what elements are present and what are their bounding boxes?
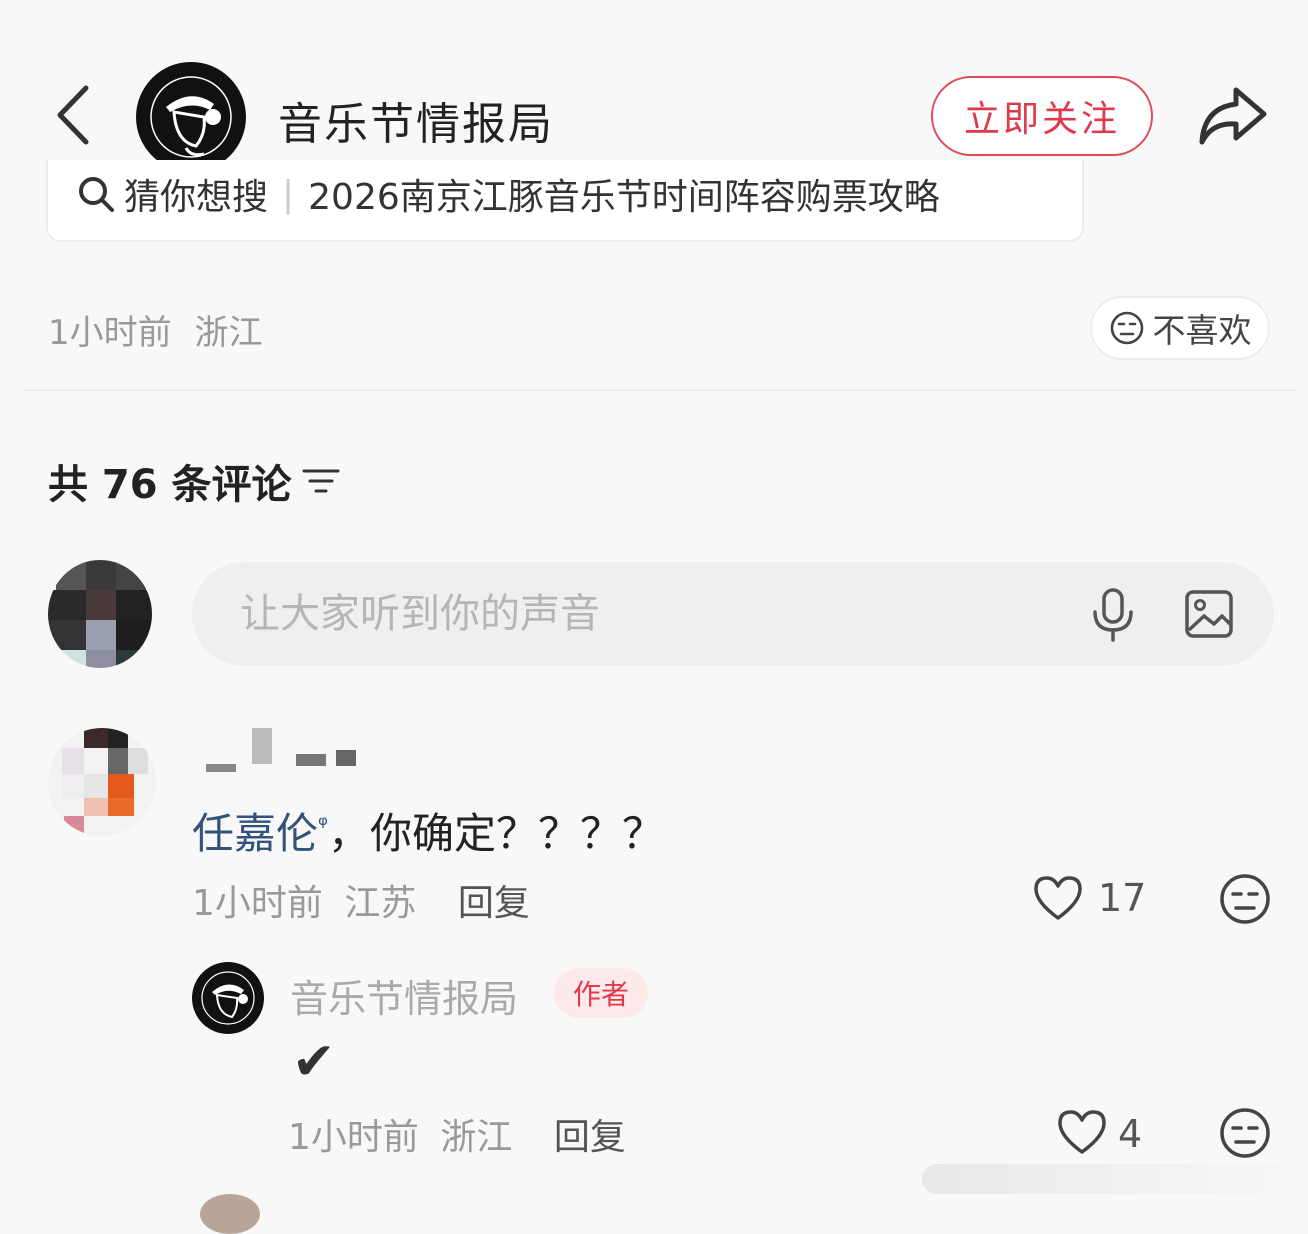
follow-button[interactable]: 立即关注 (931, 76, 1153, 156)
sort-filter-icon[interactable] (302, 465, 340, 497)
reply-button[interactable]: 回复 (554, 1117, 626, 1158)
heart-icon[interactable] (1032, 874, 1084, 922)
account-avatar[interactable] (136, 62, 246, 172)
pixelated-avatar (48, 560, 152, 668)
separator: | (282, 173, 295, 215)
like-count: 17 (1098, 876, 1147, 920)
like-count: 4 (1118, 1112, 1143, 1156)
search-icon (79, 177, 114, 212)
post-location: 浙江 (194, 313, 263, 353)
meh-face-icon[interactable] (1218, 872, 1272, 926)
guess-search-query[interactable]: 2026南京江豚音乐节时间阵容购票攻略 (308, 168, 940, 220)
logo-icon (193, 963, 263, 1033)
mention-link[interactable]: 任嘉伦 (192, 809, 318, 858)
comment-body: ，你确定？？？？ (328, 809, 665, 858)
guess-search-label: 猜你想搜 (124, 177, 269, 218)
pixelated-avatar (48, 728, 156, 836)
post-meta: 1小时前 浙江 (48, 305, 262, 354)
microphone-icon[interactable] (1090, 588, 1136, 642)
next-commenter-avatar[interactable] (200, 1194, 260, 1234)
meh-face-icon (1110, 311, 1143, 345)
share-icon[interactable] (1196, 84, 1270, 148)
guess-search-bar[interactable]: 猜你想搜 | 2026南京江豚音乐节时间阵容购票攻略 (46, 160, 1084, 242)
comment-meta: 1小时前 江苏 回复 (192, 874, 530, 926)
image-icon[interactable] (1184, 588, 1234, 640)
logo-icon (138, 64, 244, 170)
commenter-avatar[interactable] (48, 728, 156, 836)
search-icon: ᵠ (318, 811, 328, 839)
comment-location: 江苏 (344, 883, 417, 924)
reply-button[interactable]: 回复 (458, 883, 530, 924)
reply-username[interactable]: 音乐节情报局 (290, 968, 518, 1023)
divider (24, 389, 1296, 391)
post-time: 1小时前 (48, 313, 172, 353)
commenter-username-blurred[interactable] (196, 728, 366, 776)
reply-text: ✔ (292, 1032, 336, 1092)
reply-time: 1小时前 (288, 1117, 419, 1158)
reply-location: 浙江 (440, 1117, 513, 1158)
page-title: 音乐节情报局 (278, 99, 554, 150)
author-avatar[interactable] (192, 962, 264, 1034)
author-badge: 作者 (554, 968, 648, 1018)
bottom-overlay-bar (922, 1164, 1292, 1194)
meh-face-icon[interactable] (1218, 1106, 1272, 1160)
comment-time: 1小时前 (192, 883, 323, 924)
reply-meta: 1小时前 浙江 回复 (288, 1108, 626, 1160)
heart-icon[interactable] (1056, 1108, 1108, 1156)
back-icon[interactable] (50, 80, 100, 150)
comment-count-header: 共 76 条评论 (48, 452, 340, 510)
comment-text: 任嘉伦ᵠ，你确定？？？？ (192, 800, 664, 861)
dislike-label: 不喜欢 (1152, 311, 1252, 350)
comment-count: 共 76 条评论 (48, 462, 292, 508)
dislike-button[interactable]: 不喜欢 (1090, 296, 1270, 360)
my-avatar (48, 560, 152, 668)
